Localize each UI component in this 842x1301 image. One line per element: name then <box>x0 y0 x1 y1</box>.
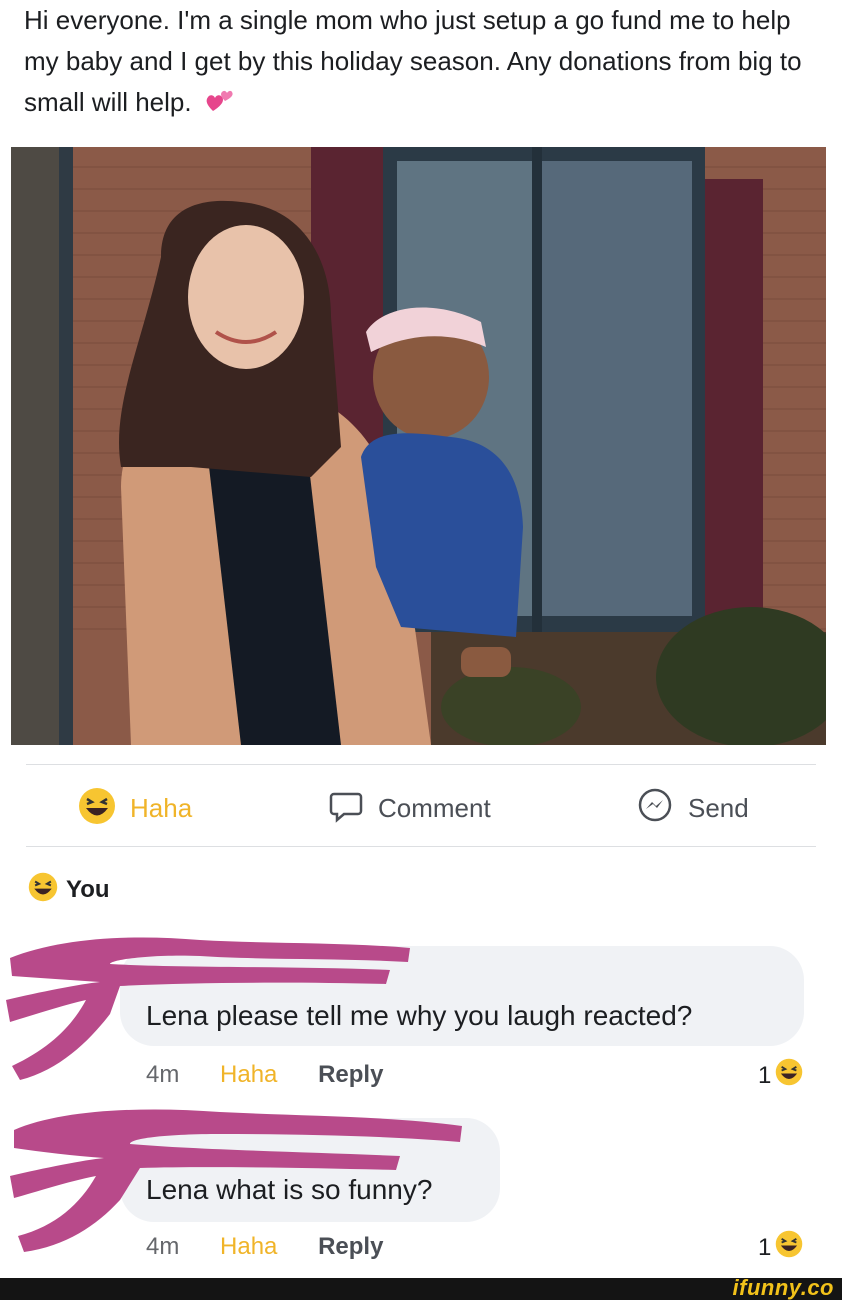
divider-top <box>26 764 816 765</box>
two-hearts-icon <box>205 84 235 125</box>
redaction-scribble <box>6 937 462 1252</box>
comment-label: Comment <box>378 792 491 823</box>
haha-label: Haha <box>130 792 193 823</box>
reaction-count[interactable]: 1 <box>758 1058 803 1093</box>
send-button[interactable]: Send <box>636 785 749 831</box>
reactor-name: You <box>66 875 110 903</box>
reaction-count-number: 1 <box>758 1061 772 1089</box>
haha-emoji-icon <box>775 1058 803 1093</box>
post-text: Hi everyone. I'm a single mom who just s… <box>24 0 824 125</box>
haha-emoji-icon <box>28 872 58 907</box>
comment-icon <box>328 788 364 829</box>
divider-bottom <box>26 846 816 847</box>
reaction-count-number: 1 <box>758 1233 772 1261</box>
messenger-icon <box>636 787 674 830</box>
send-label: Send <box>688 792 749 823</box>
post-body: Hi everyone. I'm a single mom who just s… <box>24 5 802 117</box>
reaction-count[interactable]: 1 <box>758 1230 803 1265</box>
footer-bar: ifunny.co <box>0 1275 842 1300</box>
haha-emoji-icon <box>78 787 116 830</box>
comment-button[interactable]: Comment <box>328 785 491 831</box>
post-photo[interactable] <box>11 147 826 745</box>
haha-button[interactable]: Haha <box>78 785 192 831</box>
watermark: ifunny.co <box>732 1275 834 1300</box>
haha-emoji-icon <box>775 1230 803 1265</box>
reaction-summary[interactable]: You <box>28 872 110 907</box>
photo-illustration <box>11 147 826 745</box>
